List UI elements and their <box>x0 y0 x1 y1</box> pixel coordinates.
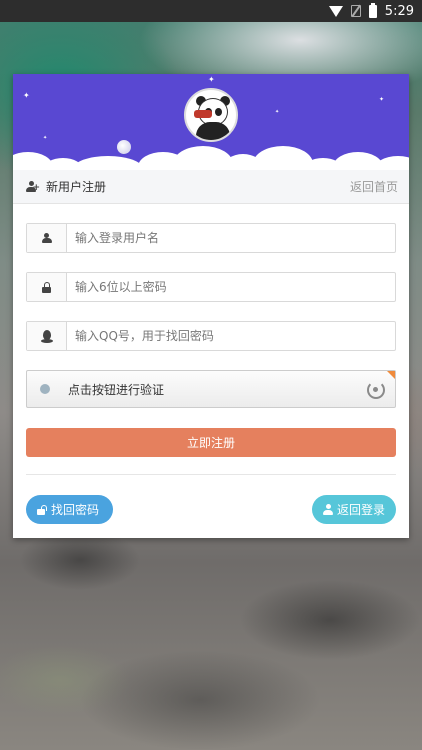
verify-label: 点击按钮进行验证 <box>68 382 165 397</box>
moon-icon <box>117 140 131 154</box>
battery-icon <box>368 2 377 18</box>
find-password-label: 找回密码 <box>51 503 100 517</box>
qq-icon <box>40 329 53 343</box>
find-password-button[interactable]: 找回密码 <box>26 495 113 524</box>
back-home-link[interactable]: 返回首页 <box>350 178 398 195</box>
password-input[interactable] <box>67 273 395 301</box>
captcha-logo-icon <box>367 381 385 399</box>
back-login-button[interactable]: 返回登录 <box>312 495 396 524</box>
qq-input[interactable] <box>67 322 395 350</box>
star-icon: ✦ <box>43 135 48 141</box>
register-button[interactable]: 立即注册 <box>26 428 396 457</box>
add-user-icon <box>26 181 40 193</box>
username-field <box>26 223 396 253</box>
captcha-verify-button[interactable]: 点击按钮进行验证 <box>26 370 396 408</box>
no-sim-icon <box>350 5 361 17</box>
unlock-icon <box>37 504 47 515</box>
wifi-icon <box>328 5 343 17</box>
back-login-label: 返回登录 <box>337 503 386 517</box>
star-icon: ✦ <box>23 91 30 100</box>
qq-field <box>26 321 396 351</box>
user-icon <box>41 232 52 244</box>
register-card: ✦ ✦ ✦ ✦ ✦ 新用户注册 返回首页 <box>13 74 409 538</box>
verify-dot-icon <box>40 384 50 394</box>
lock-icon <box>42 281 51 293</box>
divider <box>26 474 396 475</box>
star-icon: ✦ <box>275 109 280 115</box>
username-input[interactable] <box>67 224 395 252</box>
card-header: 新用户注册 返回首页 <box>13 170 409 204</box>
page-title: 新用户注册 <box>46 180 107 194</box>
star-icon: ✦ <box>208 75 215 84</box>
banner: ✦ ✦ ✦ ✦ ✦ <box>13 74 409 170</box>
avatar <box>184 88 238 142</box>
status-time: 5:29 <box>384 3 414 19</box>
user-icon <box>323 504 333 515</box>
status-bar: 5:29 <box>0 0 422 22</box>
star-icon: ✦ <box>379 96 385 103</box>
password-field <box>26 272 396 302</box>
